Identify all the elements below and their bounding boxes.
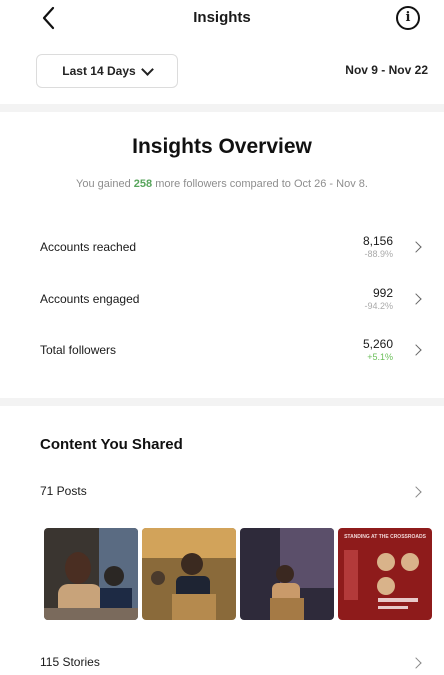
- chevron-right-icon: [410, 241, 422, 253]
- section-divider: [0, 104, 444, 112]
- metric-value: 5,260: [362, 337, 393, 351]
- chevron-right-icon[interactable]: [410, 657, 422, 669]
- chevron-right-icon[interactable]: [410, 486, 422, 498]
- date-range-dropdown-label: Last 14 Days: [62, 64, 136, 78]
- chevron-down-icon: [140, 62, 154, 76]
- stories-row-label[interactable]: 115 Stories: [40, 655, 100, 669]
- gain-suffix: more followers compared to Oct 26 - Nov …: [155, 178, 368, 190]
- post-thumbnail[interactable]: [44, 528, 138, 620]
- posts-row-label[interactable]: 71 Posts: [40, 484, 87, 498]
- metric-accounts-engaged[interactable]: Accounts engaged 992 -94.2%: [0, 282, 444, 322]
- metric-change: -88.9%: [364, 249, 393, 259]
- info-icon[interactable]: i: [396, 6, 420, 30]
- followers-gain-summary: You gained 258 more followers compared t…: [0, 178, 444, 190]
- post-thumbnail[interactable]: STANDING AT THE CROSSROADS: [338, 528, 432, 620]
- page-title: Insights: [193, 9, 251, 26]
- metric-label: Total followers: [40, 343, 117, 357]
- date-range-dropdown[interactable]: Last 14 Days: [36, 54, 178, 88]
- metric-accounts-reached[interactable]: Accounts reached 8,156 -88.9%: [0, 230, 444, 270]
- metric-label: Accounts reached: [40, 240, 137, 254]
- gain-prefix: You gained: [76, 178, 131, 190]
- content-shared-title: Content You Shared: [40, 436, 183, 453]
- metric-total-followers[interactable]: Total followers 5,260 +5.1%: [0, 333, 444, 373]
- metric-change: -94.2%: [364, 301, 393, 311]
- thumbnail-caption: STANDING AT THE CROSSROADS: [344, 534, 426, 540]
- metric-value: 992: [372, 286, 393, 300]
- top-bar: Insights i: [0, 0, 444, 40]
- metric-label: Accounts engaged: [40, 292, 140, 306]
- post-thumbnails: STANDING AT THE CROSSROADS: [44, 528, 432, 620]
- gain-value: 258: [133, 178, 153, 190]
- chevron-right-icon: [410, 344, 422, 356]
- metric-value: 8,156: [362, 234, 393, 248]
- section-divider: [0, 398, 444, 406]
- overview-title: Insights Overview: [132, 135, 312, 158]
- metric-change: +5.1%: [367, 352, 393, 362]
- post-thumbnail[interactable]: [142, 528, 236, 620]
- post-thumbnail[interactable]: [240, 528, 334, 620]
- chevron-right-icon: [410, 293, 422, 305]
- selected-date-range: Nov 9 - Nov 22: [345, 63, 428, 77]
